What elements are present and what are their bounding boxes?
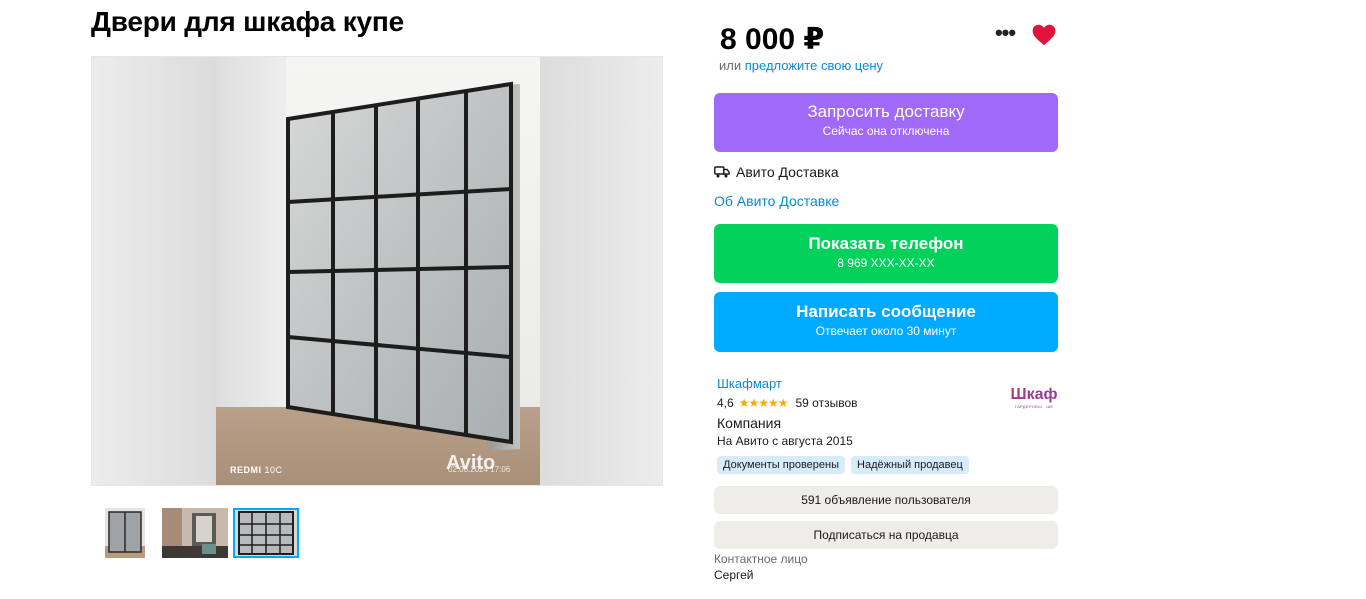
thumbnail-1[interactable] [91, 508, 157, 558]
photo-gallery[interactable]: Avito REDMI 10C 02.08.2024 17:06 [91, 56, 663, 486]
seller-listings-button[interactable]: 591 объявление пользователя [714, 486, 1058, 514]
more-dots-icon[interactable]: ••• [993, 22, 1017, 46]
seller-since: На Авито с августа 2015 [717, 434, 853, 448]
badge-documents-verified[interactable]: Документы проверены [717, 456, 846, 474]
phone-number: 8 969 XXX-XX-XX [837, 256, 935, 270]
truck-icon [714, 166, 730, 178]
seller-logo-sub: ГАРДЕРОБЫ · ШК [1015, 404, 1053, 409]
photo-timestamp: 02.08.2024 17:06 [448, 465, 511, 474]
main-photo[interactable]: Avito REDMI 10C 02.08.2024 17:06 [216, 57, 540, 485]
price: 8 000 ₽ [720, 23, 825, 56]
thumbnail-image-2 [162, 508, 228, 558]
rating-stars-icon: ★★★★★ [738, 396, 789, 410]
contact-person-name: Сергей [714, 568, 754, 582]
write-message-label: Написать сообщение [796, 302, 976, 321]
camera-brand: REDMI [230, 465, 262, 475]
offer-prefix: или [719, 58, 742, 73]
offer-price-link[interactable]: предложите свою цену [745, 58, 883, 73]
seller-logo-word: Шкаф [1010, 386, 1058, 403]
thumbnail-3-selected[interactable] [233, 508, 299, 558]
request-delivery-label: Запросить доставку [807, 102, 965, 121]
camera-stamp: REDMI 10C [230, 465, 283, 475]
thumbnail-2[interactable] [162, 508, 228, 558]
request-delivery-button[interactable]: Запросить доставку Сейчас она отключена [714, 93, 1058, 152]
about-delivery-link[interactable]: Об Авито Доставке [714, 193, 839, 209]
thumbnail-image-3 [235, 510, 297, 556]
subscribe-seller-button[interactable]: Подписаться на продавца [714, 521, 1058, 549]
avito-delivery-label: Авито Доставка [736, 164, 839, 180]
write-message-button[interactable]: Написать сообщение Отвечает около 30 мин… [714, 292, 1058, 352]
seller-rating: 4,6 [717, 396, 734, 410]
wardrobe-doors-image [286, 81, 513, 445]
request-delivery-sub: Сейчас она отключена [822, 124, 950, 138]
response-time: Отвечает около 30 минут [815, 324, 957, 338]
show-phone-button[interactable]: Показать телефон 8 969 XXX-XX-XX [714, 224, 1058, 283]
seller-badges: Документы проверены Надёжный продавец [717, 456, 969, 474]
listing-title: Двери для шкафа купе [91, 6, 404, 37]
contact-person-label: Контактное лицо [714, 552, 808, 566]
price-offer: или предложите свою цену [719, 58, 883, 73]
heart-icon[interactable] [1031, 22, 1057, 48]
gallery-blur-right [538, 57, 662, 485]
thumbnail-image-1 [91, 508, 157, 558]
avito-delivery-line: Авито Доставка [714, 164, 839, 180]
seller-rating-row: 4,6 ★★★★★ 59 отзывов [717, 396, 858, 410]
show-phone-label: Показать телефон [808, 234, 964, 253]
badge-reliable-seller[interactable]: Надёжный продавец [851, 456, 969, 474]
seller-logo[interactable]: Шкаф ГАРДЕРОБЫ · ШК [1009, 386, 1059, 416]
gallery-blur-left [92, 57, 216, 485]
seller-type: Компания [717, 415, 782, 431]
camera-model: 10C [264, 465, 283, 475]
seller-name-link[interactable]: Шкафмарт [717, 376, 782, 391]
reviews-link[interactable]: 59 отзывов [795, 396, 857, 410]
